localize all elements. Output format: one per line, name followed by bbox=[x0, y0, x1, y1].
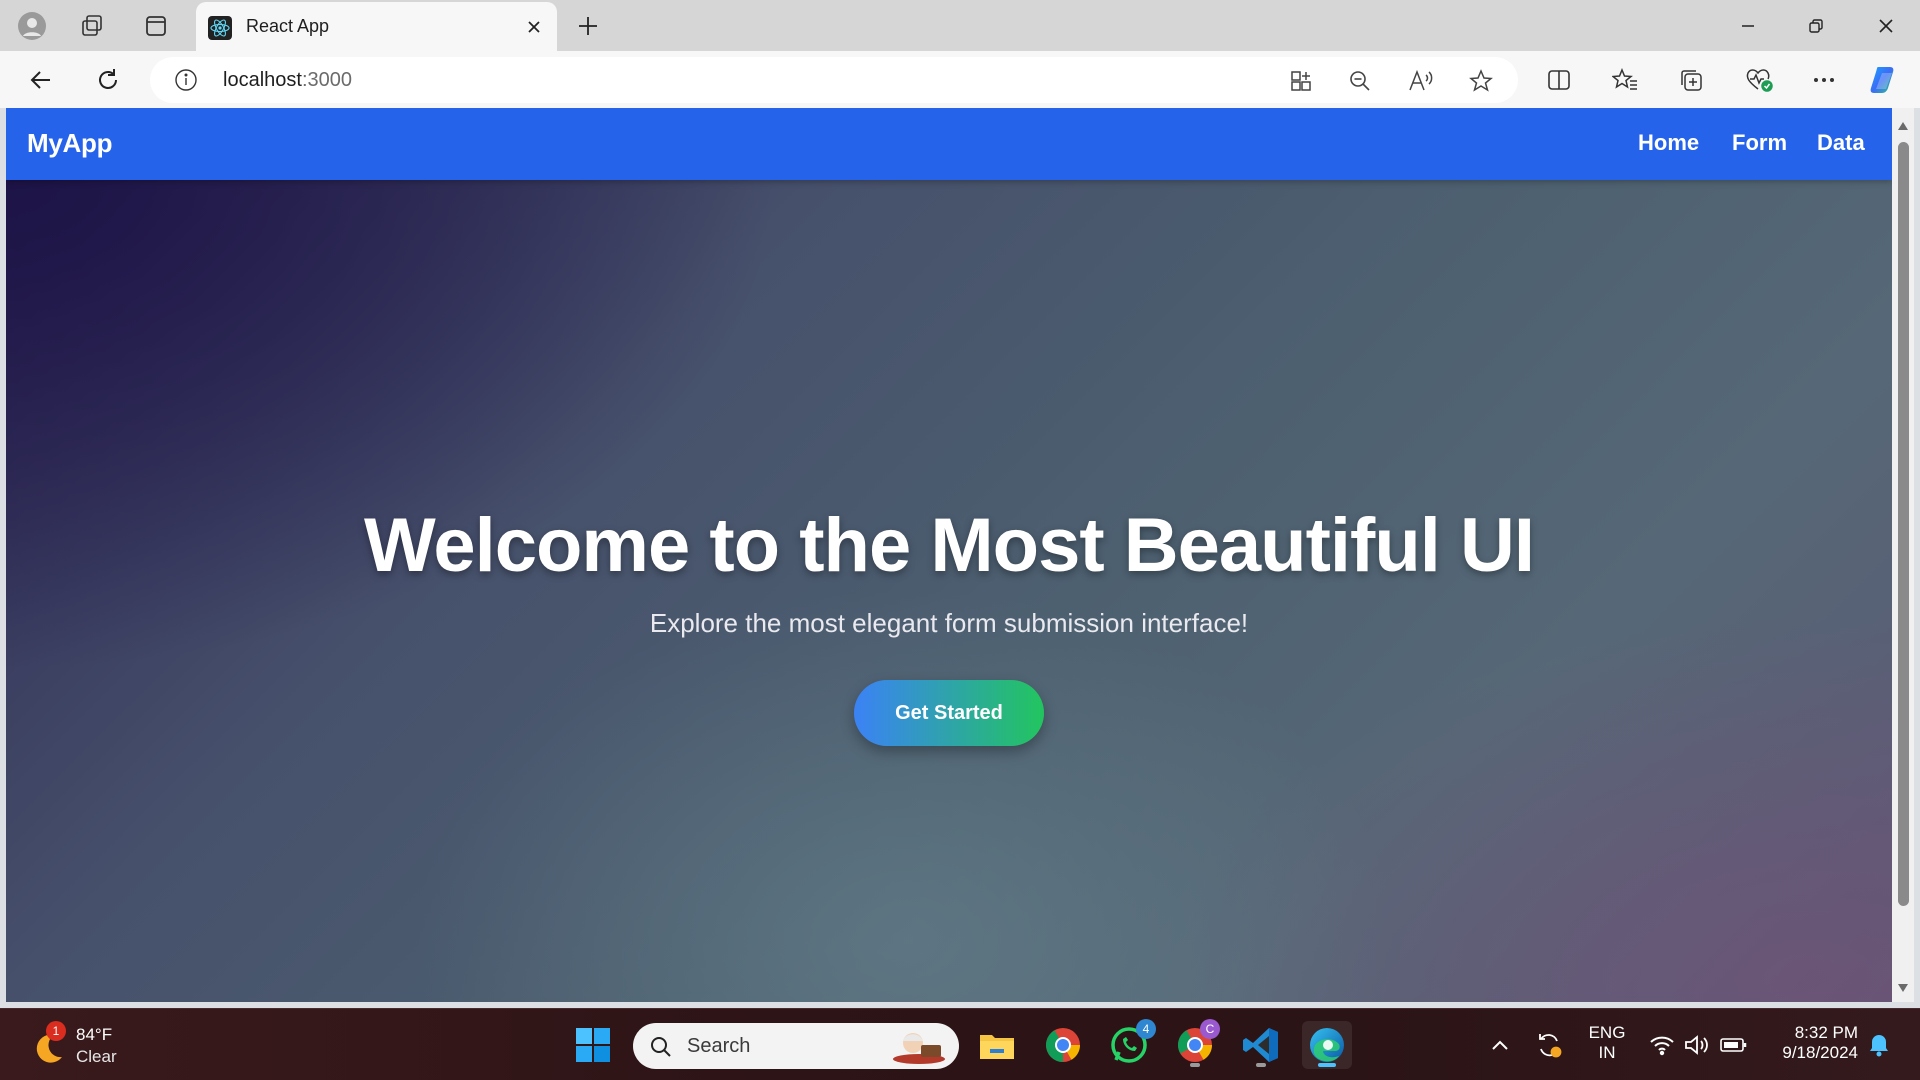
hero-title: Welcome to the Most Beautiful UI bbox=[363, 503, 1535, 588]
battery-icon[interactable] bbox=[1712, 1021, 1756, 1069]
site-info-icon[interactable] bbox=[174, 68, 198, 92]
url-text: localhost:3000 bbox=[223, 69, 352, 91]
browser-toolbar: localhost:3000 bbox=[0, 51, 1920, 108]
chrome-profile-icon[interactable]: C bbox=[1170, 1019, 1220, 1069]
close-tab-icon[interactable] bbox=[521, 14, 547, 40]
split-screen-icon[interactable] bbox=[1542, 63, 1576, 97]
page-scrollbar[interactable] bbox=[1892, 108, 1914, 1002]
tab-title: React App bbox=[246, 16, 330, 36]
file-explorer-icon[interactable] bbox=[972, 1021, 1022, 1069]
sync-status-icon[interactable] bbox=[1524, 1021, 1574, 1069]
clock-time: 8:32 PM bbox=[1794, 1023, 1858, 1042]
scroll-down-arrow-icon[interactable] bbox=[1897, 982, 1909, 994]
restore-icon[interactable] bbox=[1782, 0, 1850, 51]
app-available-icon[interactable] bbox=[1286, 66, 1316, 96]
app-navbar: MyApp Home Form Data bbox=[6, 108, 1892, 180]
new-tab-icon[interactable] bbox=[570, 8, 606, 44]
profile-icon[interactable] bbox=[14, 8, 50, 44]
search-placeholder: Search bbox=[687, 1035, 751, 1057]
tab-bar: React App bbox=[0, 0, 1920, 51]
scroll-thumb[interactable] bbox=[1898, 142, 1909, 906]
close-window-icon[interactable] bbox=[1852, 0, 1920, 51]
clock-date: 9/18/2024 bbox=[1782, 1043, 1858, 1062]
zoom-out-icon[interactable] bbox=[1345, 66, 1375, 96]
active-app-indicator bbox=[1318, 1063, 1336, 1067]
region-code: IN bbox=[1598, 1043, 1616, 1062]
windows-taskbar: 1 84°F Clear Search 4 C ENG IN 8:32 PM 9… bbox=[0, 1008, 1920, 1080]
weather-temp: 84°F bbox=[76, 1025, 113, 1044]
react-logo-icon bbox=[208, 16, 232, 40]
workspaces-icon[interactable] bbox=[74, 8, 110, 44]
weather-badge: 1 bbox=[46, 1021, 66, 1041]
read-aloud-icon[interactable] bbox=[1406, 66, 1436, 96]
running-indicator bbox=[1190, 1063, 1200, 1067]
nav-link-home[interactable]: Home bbox=[1638, 130, 1699, 156]
clock[interactable]: 8:32 PM 9/18/2024 bbox=[1762, 1023, 1858, 1063]
refresh-icon[interactable] bbox=[89, 61, 127, 99]
browser-essentials-icon[interactable] bbox=[1742, 63, 1776, 97]
page-viewport: MyApp Home Form Data Welcome to the Most… bbox=[6, 108, 1892, 1002]
more-options-icon[interactable] bbox=[1807, 63, 1841, 97]
scroll-up-arrow-icon[interactable] bbox=[1897, 120, 1909, 132]
hero-subtitle: Explore the most elegant form submission… bbox=[649, 608, 1249, 638]
language-code: ENG bbox=[1588, 1023, 1626, 1042]
brand-logo[interactable]: MyApp bbox=[27, 128, 112, 159]
taskbar-search[interactable]: Search bbox=[633, 1023, 959, 1069]
favorites-icon[interactable] bbox=[1608, 63, 1642, 97]
favorite-star-icon[interactable] bbox=[1466, 66, 1496, 96]
nav-link-data[interactable]: Data bbox=[1817, 130, 1865, 156]
nav-link-form[interactable]: Form bbox=[1732, 130, 1787, 156]
chrome-icon[interactable] bbox=[1038, 1021, 1088, 1069]
edge-icon[interactable] bbox=[1302, 1021, 1352, 1069]
tab-react-app[interactable]: React App bbox=[196, 2, 557, 51]
minimize-icon[interactable] bbox=[1714, 0, 1782, 51]
chrome-profile-badge: C bbox=[1200, 1019, 1220, 1039]
running-indicator bbox=[1256, 1063, 1266, 1067]
copilot-icon[interactable] bbox=[1868, 63, 1902, 97]
tab-actions-icon[interactable] bbox=[138, 8, 174, 44]
vscode-icon[interactable] bbox=[1236, 1021, 1286, 1069]
weather-widget[interactable]: 1 84°F Clear bbox=[28, 1021, 148, 1069]
show-hidden-icons-icon[interactable] bbox=[1475, 1021, 1525, 1069]
search-icon bbox=[651, 1037, 671, 1057]
hero-section: Welcome to the Most Beautiful UI Explore… bbox=[6, 180, 1892, 1002]
collections-icon[interactable] bbox=[1674, 63, 1708, 97]
weather-condition: Clear bbox=[76, 1047, 117, 1066]
search-highlight-icon bbox=[893, 1033, 945, 1064]
notifications-bell-icon[interactable] bbox=[1858, 1021, 1900, 1069]
language-indicator[interactable]: ENG IN bbox=[1582, 1023, 1632, 1063]
start-windows-icon[interactable] bbox=[568, 1021, 618, 1069]
back-icon[interactable] bbox=[22, 61, 60, 99]
whatsapp-icon[interactable]: 4 bbox=[1104, 1019, 1156, 1069]
get-started-button[interactable]: Get Started bbox=[854, 680, 1044, 746]
address-bar[interactable]: localhost:3000 bbox=[150, 57, 1518, 103]
whatsapp-badge: 4 bbox=[1136, 1019, 1156, 1039]
